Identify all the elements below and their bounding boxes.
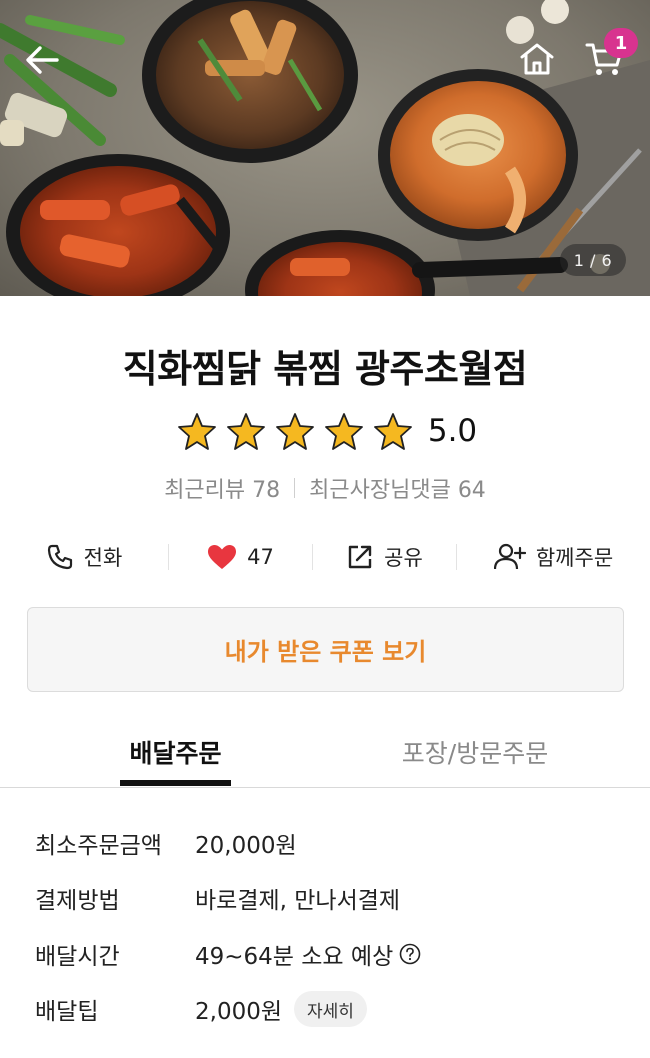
order-type-tabs: 배달주문 포장/방문주문 [0,718,650,788]
delivery-tip-value-group: 2,000원 자세히 [195,991,367,1027]
star-icon [374,413,413,450]
delivery-time-row: 배달시간 49~64분 소요 예상 [35,934,421,974]
cart-count-badge: 1 [604,28,638,58]
payment-method-row: 결제방법 바로결제, 만나서결제 [35,878,400,918]
back-button[interactable] [18,36,66,84]
store-action-bar: 전화 47 공유 함께주문 [0,534,650,580]
recent-owner-replies-count[interactable]: 최근사장님댓글 64 [309,472,486,504]
star-icon [227,413,266,450]
delivery-tip-detail-button[interactable]: 자세히 [294,991,367,1027]
store-name: 직화찜닭 볶찜 광주초월점 [122,347,528,391]
review-summary: 최근리뷰 78 최근사장님댓글 64 [0,472,650,504]
delivery-time-value: 49~64분 소요 예상 [195,944,394,970]
help-icon[interactable] [399,943,421,965]
star-icon [276,413,315,450]
phone-icon [47,544,72,570]
active-tab-indicator [120,780,231,786]
home-button[interactable] [512,34,562,84]
arrow-left-icon [26,46,59,74]
star-icon [178,413,217,450]
recent-reviews-count[interactable]: 최근리뷰 78 [164,472,280,504]
tab-delivery-order[interactable]: 배달주문 [120,718,231,786]
hero-image-carousel[interactable]: 1 1 / 6 [0,0,650,296]
tab-pickup-order[interactable]: 포장/방문주문 [380,718,570,786]
min-order-label: 최소주문금액 [35,833,162,859]
divider [294,478,296,498]
share-button[interactable]: 공유 [313,534,456,580]
min-order-row: 최소주문금액 20,000원 [35,823,297,863]
share-label: 공유 [384,546,423,570]
star-icon [325,413,364,450]
call-label: 전화 [83,546,123,570]
delivery-tip-row: 배달팁 2,000원 자세히 [35,989,367,1029]
heart-icon [208,545,237,569]
group-order-label: 함께주문 [535,546,614,570]
add-person-icon [493,543,526,570]
like-button[interactable]: 47 [169,534,312,580]
carousel-page-indicator: 1 / 6 [560,244,626,276]
delivery-time-label: 배달시간 [35,944,120,970]
delivery-tip-value: 2,000원 [195,999,283,1025]
min-order-value: 20,000원 [195,833,297,859]
call-button[interactable]: 전화 [0,534,168,580]
home-icon [520,43,554,75]
rating-row: 5.0 [0,408,650,454]
like-count: 47 [247,545,274,569]
group-order-button[interactable]: 함께주문 [457,534,650,580]
rating-value: 5.0 [427,413,478,449]
payment-method-value: 바로결제, 만나서결제 [195,888,401,914]
delivery-tip-label: 배달팁 [35,999,99,1025]
share-icon [348,545,372,569]
payment-method-label: 결제방법 [35,888,120,914]
view-coupons-button[interactable]: 내가 받은 쿠폰 보기 [27,607,624,692]
delivery-time-value-group: 49~64분 소요 예상 [195,937,421,971]
